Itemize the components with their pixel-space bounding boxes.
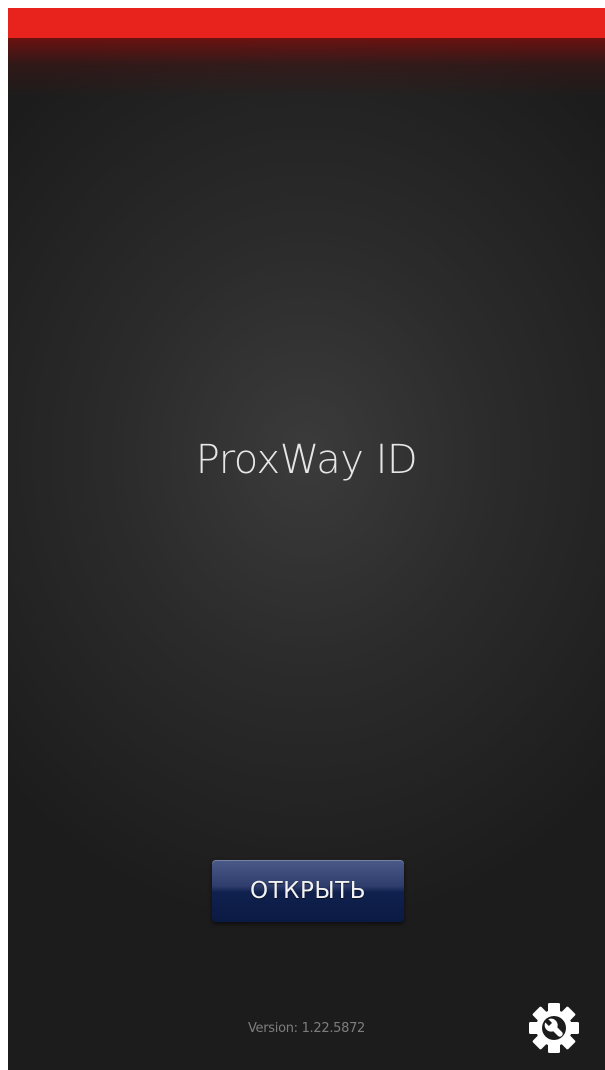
app-title: ProxWay ID bbox=[195, 437, 418, 483]
version-label: Version: 1.22.5872 bbox=[247, 1021, 366, 1036]
top-status-bar bbox=[8, 8, 605, 38]
open-button-label: ОТКРЫТЬ bbox=[250, 878, 366, 904]
app-screen: ProxWay ID ОТКРЫТЬ Version: 1.22.5872 bbox=[8, 8, 605, 1070]
settings-button[interactable] bbox=[526, 1000, 582, 1056]
top-status-bar-glow bbox=[8, 38, 605, 98]
open-button[interactable]: ОТКРЫТЬ bbox=[212, 860, 404, 922]
settings-wrench-gear-icon bbox=[529, 1003, 579, 1053]
